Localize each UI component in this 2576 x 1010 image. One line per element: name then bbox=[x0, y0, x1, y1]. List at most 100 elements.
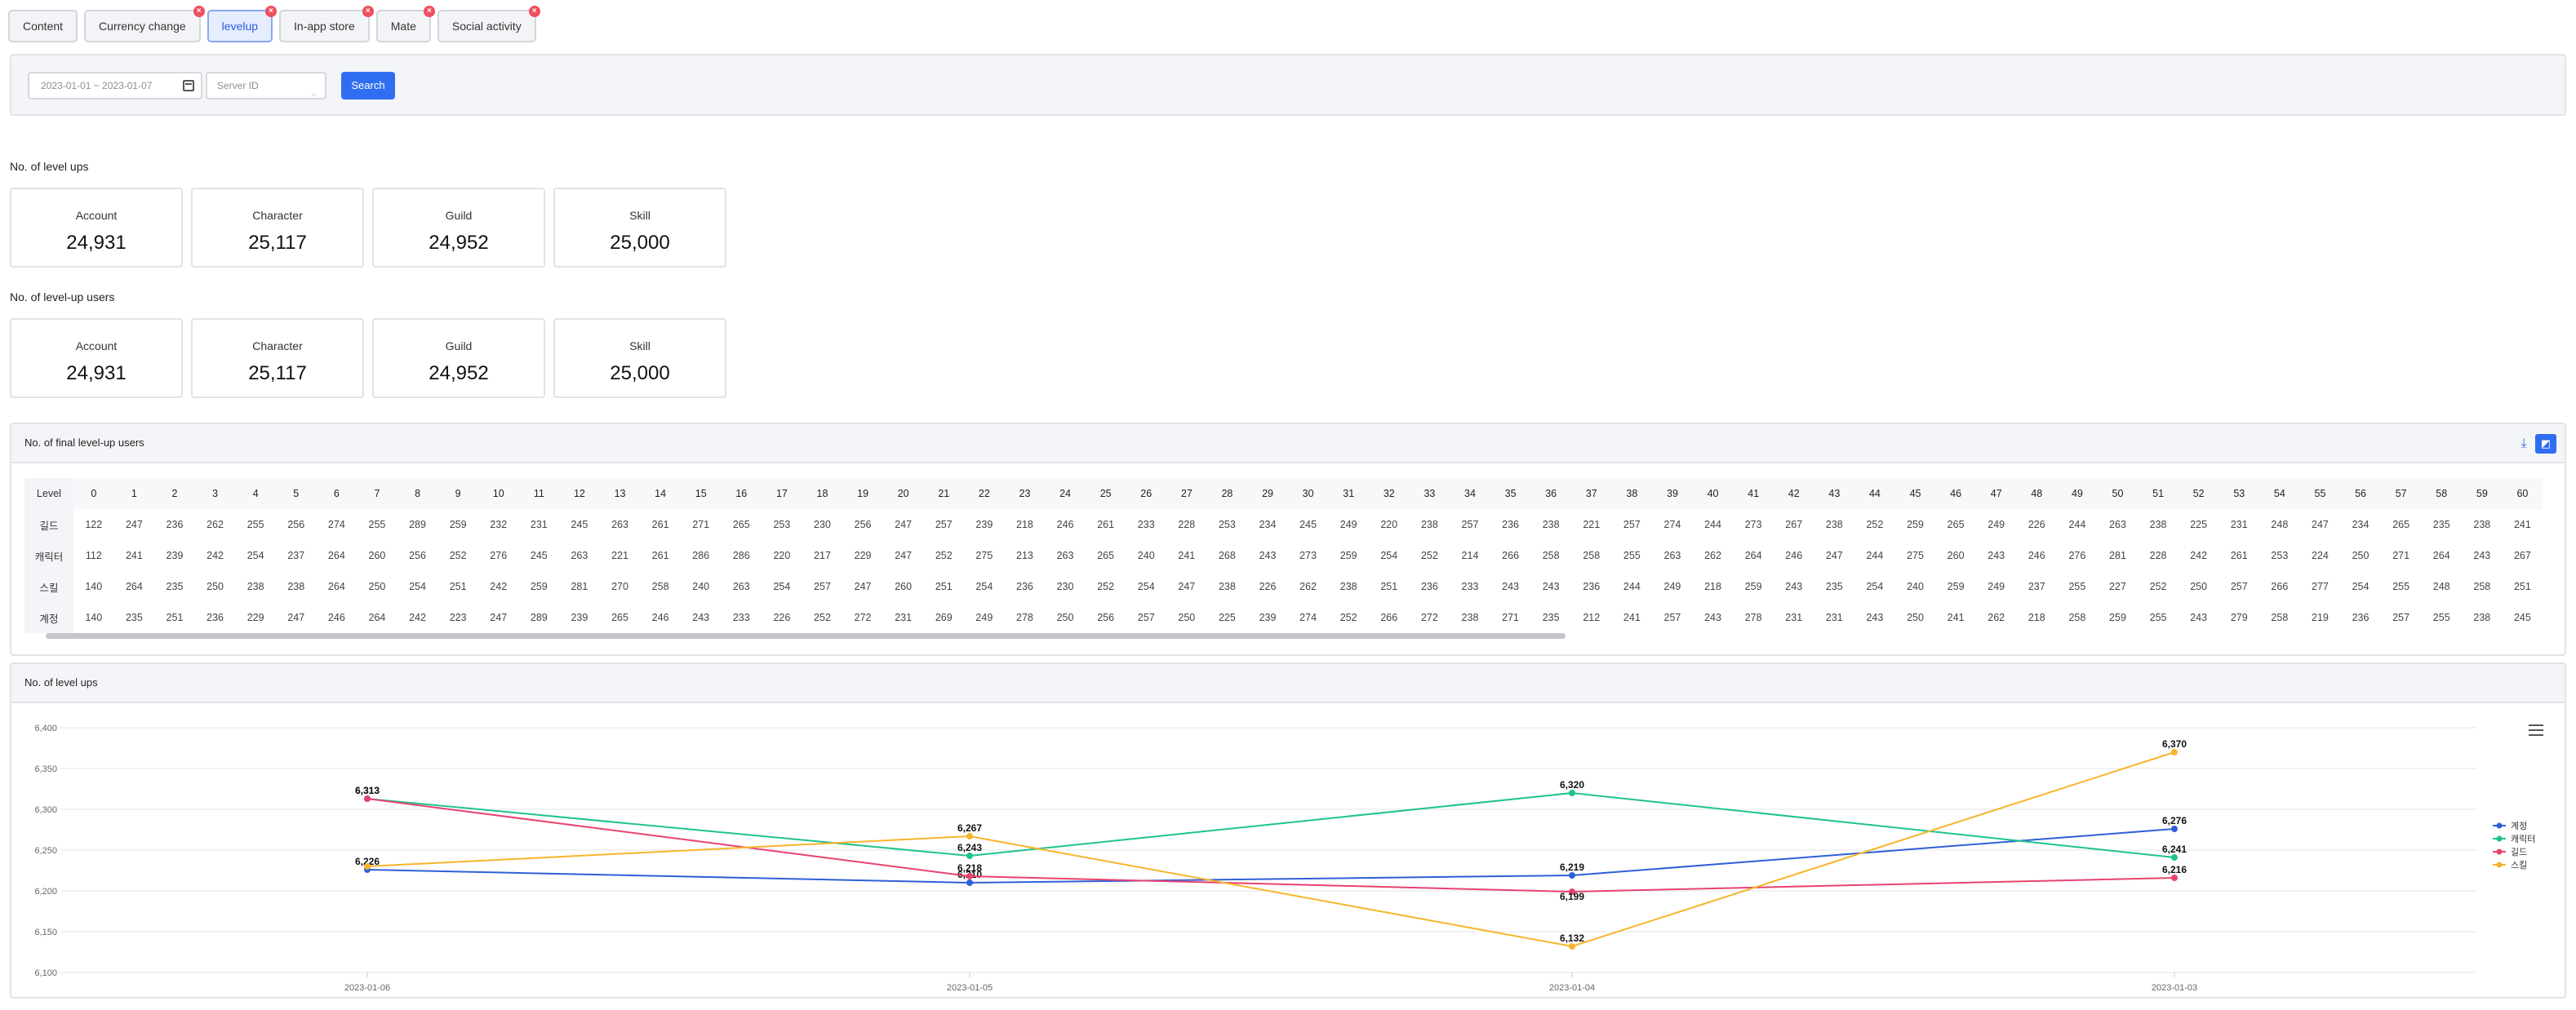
close-icon[interactable]: × bbox=[193, 6, 205, 17]
table-header-row: Level 0 1 2 3 4 5 6 7 8 9 10 11 12 13 14 15 16 17 18 19 20 21 2… bbox=[24, 478, 2543, 509]
table-header-cell: 40 bbox=[1692, 478, 1734, 509]
table-cell: 258 bbox=[1542, 550, 1560, 561]
legend-label: 길드 bbox=[2511, 847, 2527, 857]
table-cell: 277 bbox=[2299, 571, 2341, 602]
download-icon[interactable]: ⤓ bbox=[2516, 436, 2532, 452]
stat-card-label: Character bbox=[252, 339, 303, 352]
table-cell: 238 bbox=[275, 571, 317, 602]
table-cell: 267 bbox=[2513, 550, 2531, 561]
table-cell: 232 bbox=[477, 509, 519, 540]
level-up-users-title: No. of level-up users bbox=[10, 290, 115, 303]
table-cell: 252 bbox=[449, 550, 467, 561]
table-cell: 250 bbox=[357, 571, 398, 602]
table-cell: 236 bbox=[1409, 571, 1450, 602]
server-id-select[interactable]: Server ID ⌵ bbox=[206, 72, 326, 100]
x-tick-label: 2023-01-06 bbox=[344, 983, 390, 993]
table-header-cell: 39 bbox=[1652, 478, 1693, 509]
tab-label: Mate bbox=[390, 20, 416, 33]
table-cell: 255 bbox=[2432, 612, 2450, 623]
table-cell: 251 bbox=[923, 571, 965, 602]
tab-in-app-store[interactable]: In-app store × bbox=[279, 6, 374, 42]
table-header-cell: 8 bbox=[397, 478, 438, 509]
table-cell: 235 bbox=[1542, 612, 1560, 623]
table-cell: 245 bbox=[1287, 509, 1329, 540]
table-cell: 233 bbox=[1450, 571, 1490, 602]
date-range-picker[interactable]: 2023-01-01 ~ 2023-01-07 bbox=[28, 72, 202, 100]
chart-panel-title: No. of level ups bbox=[24, 676, 98, 689]
table-cell: 263 bbox=[2097, 509, 2139, 540]
tab-mate[interactable]: Mate × bbox=[375, 6, 435, 42]
table-cell: 228 bbox=[1166, 509, 1207, 540]
table-cell: 242 bbox=[2190, 550, 2208, 561]
table-header-cell: 56 bbox=[2340, 478, 2381, 509]
stat-card-label: Character bbox=[252, 209, 303, 222]
table-row-label: 계정 bbox=[24, 602, 73, 633]
table-cell: 258 bbox=[1583, 550, 1601, 561]
table-cell: 250 bbox=[1178, 612, 1196, 623]
y-tick-label: 6,300 bbox=[34, 805, 57, 815]
stat-card-value: 24,952 bbox=[429, 232, 489, 254]
table-header-cell: 3 bbox=[194, 478, 236, 509]
tab-currency-change[interactable]: Currency change × bbox=[84, 6, 205, 42]
stat-card-value: 25,000 bbox=[610, 362, 670, 384]
stat-card-value: 24,952 bbox=[429, 362, 489, 384]
table-cell: 259 bbox=[1733, 571, 1774, 602]
table-header-cell: 16 bbox=[721, 478, 762, 509]
table-cell: 260 bbox=[1947, 550, 1965, 561]
data-label: 6,267 bbox=[957, 822, 982, 834]
table-cell: 231 bbox=[2218, 509, 2260, 540]
table-cell: 247 bbox=[1825, 550, 1843, 561]
tab-social-activity[interactable]: Social activity × bbox=[437, 6, 540, 42]
table-header-cell: 15 bbox=[680, 478, 722, 509]
table-cell: 257 bbox=[1137, 612, 1155, 623]
table-cell: 243 bbox=[692, 612, 710, 623]
close-icon[interactable]: × bbox=[528, 6, 540, 17]
y-tick-label: 6,250 bbox=[34, 846, 57, 856]
close-icon[interactable]: × bbox=[423, 6, 435, 17]
table-cell: 241 bbox=[1178, 550, 1196, 561]
table-cell: 237 bbox=[287, 550, 305, 561]
close-icon[interactable]: × bbox=[362, 6, 374, 17]
stat-card-guild: Guild 24,952 bbox=[372, 318, 545, 398]
data-point bbox=[966, 833, 973, 839]
horizontal-scrollbar[interactable] bbox=[46, 633, 1566, 639]
tab-label: Currency change bbox=[99, 20, 186, 33]
search-button[interactable]: Search bbox=[341, 72, 395, 100]
chart-toggle-icon[interactable]: ◩ bbox=[2535, 434, 2556, 454]
tab-content[interactable]: Content bbox=[8, 10, 78, 42]
table-cell: 247 bbox=[287, 612, 305, 623]
table-cell: 261 bbox=[1085, 509, 1126, 540]
y-tick-label: 6,150 bbox=[34, 928, 57, 937]
table-cell: 256 bbox=[275, 509, 317, 540]
table-cell: 251 bbox=[2502, 571, 2543, 602]
table-cell: 264 bbox=[368, 612, 386, 623]
calendar-icon[interactable] bbox=[183, 80, 194, 91]
table-cell: 240 bbox=[1137, 550, 1155, 561]
table-cell: 263 bbox=[1056, 550, 1074, 561]
series-line-1 bbox=[366, 791, 2175, 858]
data-label: 6,243 bbox=[957, 842, 982, 853]
table-cell: 257 bbox=[1611, 509, 1653, 540]
table-cell: 252 bbox=[1854, 509, 1895, 540]
legend-marker bbox=[2496, 848, 2503, 855]
table-cell: 247 bbox=[842, 571, 883, 602]
table-cell: 289 bbox=[530, 612, 548, 623]
table-cell: 251 bbox=[1369, 571, 1410, 602]
tab-levelup[interactable]: levelup × bbox=[207, 6, 278, 42]
y-tick-label: 6,400 bbox=[34, 724, 57, 733]
table-cell: 234 bbox=[1247, 509, 1288, 540]
table-cell: 243 bbox=[2190, 612, 2208, 623]
table-header-cell: 54 bbox=[2259, 478, 2300, 509]
table-cell: 220 bbox=[1369, 509, 1410, 540]
table-cell: 248 bbox=[2259, 509, 2300, 540]
close-icon[interactable]: × bbox=[265, 6, 278, 17]
table-cell: 250 bbox=[2352, 550, 2369, 561]
table-cell: 258 bbox=[2271, 612, 2289, 623]
table-cell: 271 bbox=[680, 509, 722, 540]
chart-panel-header: No. of level ups bbox=[11, 664, 2565, 703]
table-cell: 243 bbox=[1866, 612, 1884, 623]
table-cell: 243 bbox=[1530, 571, 1571, 602]
table-cell: 243 bbox=[1704, 612, 1721, 623]
table-header-cell: 37 bbox=[1570, 478, 1612, 509]
table-cell: 221 bbox=[611, 550, 628, 561]
